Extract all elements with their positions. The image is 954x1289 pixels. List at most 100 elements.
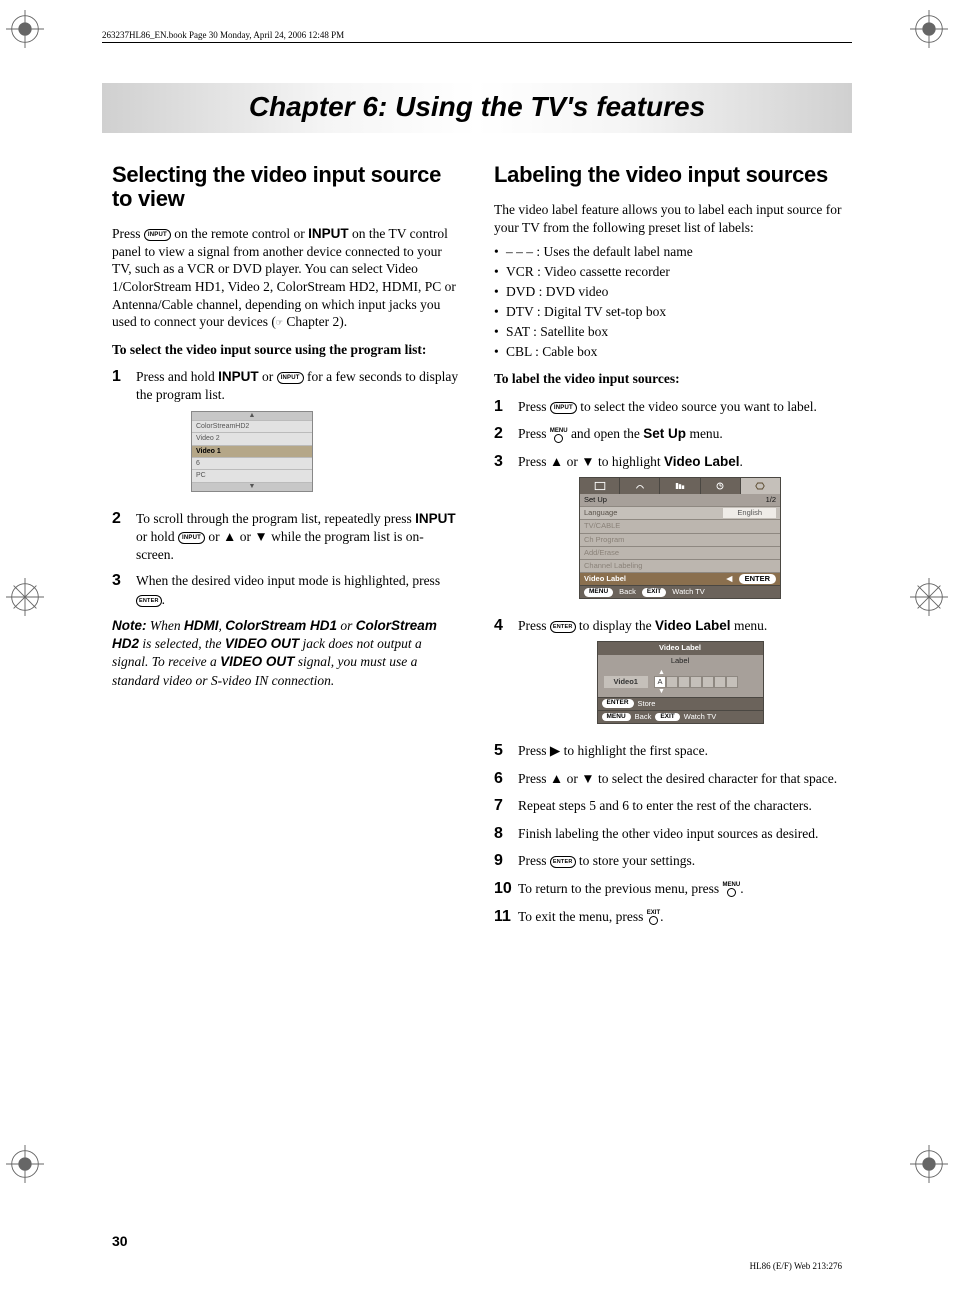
right-steps: Press INPUT to select the video source y…	[494, 396, 842, 927]
text: .	[740, 454, 743, 469]
text: or	[337, 618, 356, 633]
text: Finish labeling the other video input so…	[518, 825, 842, 843]
text: When the desired video input mode is hig…	[136, 573, 440, 588]
prog-row: PC	[192, 470, 312, 482]
left-intro: Press INPUT on the remote control or INP…	[112, 225, 460, 330]
osd-foot-exit: EXIT	[642, 588, 666, 597]
osd2-cells: ▲ A ▼	[654, 669, 738, 695]
text: When	[147, 618, 185, 633]
input-label: INPUT	[218, 369, 259, 384]
page-number: 30	[112, 1233, 882, 1249]
program-list: ▲ ColorStreamHD2 Video 2 Video 1 6 PC ▼	[191, 411, 313, 492]
label: MENU	[550, 428, 568, 434]
osd2-cell	[714, 676, 726, 688]
osd-foot-text: Back	[619, 587, 636, 597]
prog-row: Video 2	[192, 433, 312, 445]
left-step-2: To scroll through the program list, repe…	[112, 508, 460, 565]
left-step-3: When the desired video input mode is hig…	[112, 570, 460, 608]
text: Press ▲ or ▼ to highlight	[518, 454, 664, 469]
osd-row-label: Ch Program	[584, 535, 624, 545]
right-heading: Labeling the video input sources	[494, 163, 842, 187]
osd2-cell	[690, 676, 702, 688]
right-step-7: Repeat steps 5 and 6 to enter the rest o…	[494, 795, 842, 817]
label-item: SAT : Satellite box	[494, 324, 842, 340]
osd-tab-setup-icon	[741, 478, 780, 494]
osd2-foot-exit: EXIT	[655, 713, 679, 722]
label-item: DVD : DVD video	[494, 284, 842, 300]
right-step-6: Press ▲ or ▼ to select the desired chara…	[494, 768, 842, 790]
term: VIDEO OUT	[225, 636, 299, 651]
text: Press	[518, 399, 550, 414]
prog-row-down: ▼	[192, 483, 312, 491]
setup-label: Set Up	[643, 426, 686, 441]
text: is selected, the	[139, 636, 225, 651]
text: Press and hold	[136, 369, 218, 384]
label-item: DTV : Digital TV set-top box	[494, 304, 842, 320]
menu-button-icon: MENU	[723, 882, 741, 897]
page-header-line: 263237HL86_EN.book Page 30 Monday, April…	[102, 30, 852, 43]
left-heading: Selecting the video input source to view	[112, 163, 460, 211]
crop-mark-mr-icon	[910, 578, 948, 616]
term: ColorStream HD1	[225, 618, 337, 633]
prog-row-up: ▲	[192, 412, 312, 421]
down-arrow-icon: ▼	[658, 688, 665, 695]
vlabel-label: Video Label	[664, 454, 740, 469]
osd-row-label: Channel Labeling	[584, 561, 642, 571]
right-step-2: Press MENU and open the Set Up menu.	[494, 423, 842, 445]
prog-row: ColorStreamHD2	[192, 421, 312, 433]
chapter-title: Chapter 6: Using the TV's features	[102, 83, 852, 133]
note-label: Note:	[112, 618, 147, 633]
osd2-cell	[666, 676, 678, 688]
menu-button-icon: MENU	[550, 428, 568, 443]
text: Chapter 2).	[283, 314, 347, 329]
osd-foot-text: Watch TV	[672, 587, 705, 597]
label-item: – – – : Uses the default label name	[494, 244, 842, 260]
text: Press	[112, 226, 144, 241]
text: .	[162, 592, 165, 607]
osd-row-label: TV/CABLE	[584, 521, 620, 531]
text: To scroll through the program list, repe…	[136, 511, 415, 526]
text: To exit the menu, press	[518, 909, 647, 924]
up-arrow-icon: ▲	[658, 669, 665, 676]
right-step-4: Press ENTER to display the Video Label m…	[494, 615, 842, 734]
osd-title: Set Up	[584, 495, 607, 505]
osd2-foot-text: Back	[635, 712, 652, 722]
osd-row-value: English	[723, 508, 776, 518]
text: on the remote control or	[174, 226, 308, 241]
crop-mark-bl-icon	[6, 1145, 44, 1183]
input-label: INPUT	[415, 511, 456, 526]
osd-tab-icon	[620, 478, 660, 494]
left-subhead: To select the video input source using t…	[112, 341, 460, 359]
osd2-foot-menu: MENU	[602, 713, 631, 722]
osd2-cell	[702, 676, 714, 688]
text: or	[262, 369, 277, 384]
input-label: INPUT	[308, 226, 349, 241]
left-column: Selecting the video input source to view…	[112, 163, 460, 933]
video-label-osd: Video Label Label Video1 ▲ A	[597, 641, 764, 724]
right-step-8: Finish labeling the other video input so…	[494, 823, 842, 845]
osd2-foot-enter: ENTER	[602, 699, 634, 708]
left-step-1: Press and hold INPUT or INPUT for a few …	[112, 366, 460, 502]
text: to display the	[576, 618, 656, 633]
crop-mark-br-icon	[910, 1145, 948, 1183]
text: Press	[518, 853, 550, 868]
exit-button-icon: EXIT	[647, 910, 660, 925]
right-step-1: Press INPUT to select the video source y…	[494, 396, 842, 418]
text: or hold	[136, 529, 178, 544]
osd2-source: Video1	[604, 676, 648, 688]
enter-tag: ENTER	[739, 574, 776, 584]
left-steps: Press and hold INPUT or INPUT for a few …	[112, 366, 460, 609]
term: HDMI	[184, 618, 219, 633]
osd2-head: Label	[598, 655, 763, 667]
label: MENU	[723, 882, 741, 888]
right-step-9: Press ENTER to store your settings.	[494, 850, 842, 872]
crop-mark-ml-icon	[6, 578, 44, 616]
osd-tab-icon	[701, 478, 741, 494]
text: Press	[518, 618, 550, 633]
osd2-cell: A	[654, 676, 666, 688]
enter-button-icon: ENTER	[550, 856, 576, 868]
osd-row-label: Add/Erase	[584, 548, 619, 558]
label-item: VCR : Video cassette recorder	[494, 264, 842, 280]
crop-mark-tr-icon	[910, 10, 948, 48]
osd-tab-icon	[580, 478, 620, 494]
